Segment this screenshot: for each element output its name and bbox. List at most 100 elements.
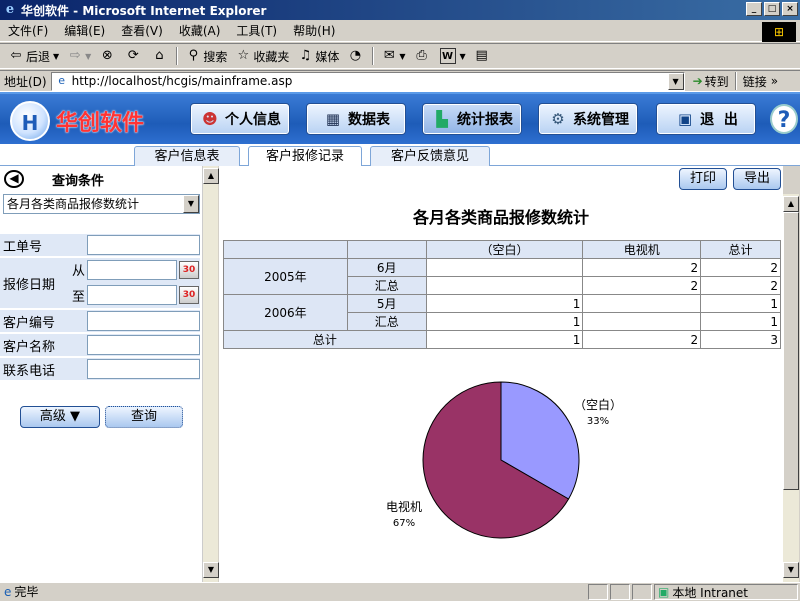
value-cell [582, 294, 702, 313]
subtotal-label: 汇总 [346, 276, 427, 295]
windows-logo-icon: ⊞ [762, 22, 796, 42]
tab-customer-feedback[interactable]: 客户反馈意见 [370, 146, 490, 166]
tab-strip: 客户信息表 客户报修记录 客户反馈意见 [0, 144, 800, 167]
history-icon: ◔ [349, 48, 362, 63]
month-cell: 6月 [346, 258, 427, 277]
system-management-button[interactable]: ⚙ 系统管理 [538, 103, 638, 135]
subtotal-label: 汇总 [346, 312, 427, 331]
search-button[interactable]: ⚲ 搜索 [181, 45, 231, 67]
calendar-icon[interactable]: 30 [179, 286, 199, 304]
window-title: 华创软件 - Microsoft Internet Explorer [21, 3, 267, 18]
pivot-table: （空白） 电视机 总计 2005年 6月 2 2 汇总 2 2 2006年 5月… [223, 240, 781, 349]
scroll-down-icon[interactable]: ▼ [783, 562, 799, 578]
scroll-up-icon[interactable]: ▲ [783, 196, 799, 212]
left-scrollbar[interactable]: ▲ ▼ [202, 166, 219, 582]
history-button[interactable]: ◔ [343, 45, 369, 67]
menu-favorites[interactable]: 收藏(A) [171, 22, 229, 39]
query-panel: ◀ 查询条件 各月各类商品报修数统计 ▼ 工单号 报修日期 从 30 至 30 … [0, 166, 218, 582]
customer-name-input[interactable] [87, 335, 200, 355]
menu-help[interactable]: 帮助(H) [285, 22, 343, 39]
menu-tools[interactable]: 工具(T) [228, 22, 285, 39]
links-button[interactable]: 链接 [743, 73, 767, 90]
order-no-input[interactable] [87, 235, 200, 255]
value-cell: 2 [582, 276, 702, 295]
links-expand-icon[interactable]: » [771, 74, 778, 88]
collapse-panel-icon[interactable]: ◀ [4, 170, 24, 188]
title-bar: e 华创软件 - Microsoft Internet Explorer _ □… [0, 0, 800, 20]
table-row: 2005年 6月 2 2 [223, 258, 781, 295]
menu-file[interactable]: 文件(F) [0, 22, 56, 39]
stop-button[interactable]: ⊗ [95, 45, 121, 67]
pie-category-label: （空白） [574, 397, 622, 412]
logout-button[interactable]: ▣ 退 出 [656, 103, 756, 135]
export-button[interactable]: 导出 [733, 168, 781, 190]
address-dropdown-icon[interactable]: ▼ [667, 72, 684, 90]
phone-input[interactable] [87, 359, 200, 379]
gear-icon: ⚙ [551, 110, 565, 128]
favorites-icon: ☆ [237, 48, 250, 63]
date-to-input[interactable] [87, 285, 177, 305]
value-cell: 1 [425, 330, 584, 349]
value-cell: 1 [700, 294, 781, 313]
value-cell [425, 276, 584, 295]
select-dropdown-icon[interactable]: ▼ [183, 195, 199, 213]
print-toolbar-button[interactable]: ⎙ [410, 45, 436, 67]
menu-view[interactable]: 查看(V) [113, 22, 171, 39]
scroll-down-icon[interactable]: ▼ [203, 562, 219, 578]
value-cell: 3 [700, 330, 781, 349]
scroll-thumb[interactable] [783, 212, 799, 490]
help-icon[interactable]: ? [770, 104, 798, 134]
repair-date-label: 报修日期 [3, 277, 56, 293]
edit-word-button[interactable]: W ▼ [436, 45, 470, 67]
address-input[interactable]: e http://localhost/hcgis/mainframe.asp ▼ [50, 71, 685, 91]
zone-text: 本地 Intranet [672, 585, 748, 600]
table-row: 2006年 5月 1 1 [223, 294, 781, 331]
month-cell: 5月 [346, 294, 427, 313]
menu-edit[interactable]: 编辑(E) [56, 22, 113, 39]
advanced-button[interactable]: 高级 ▼ [20, 406, 100, 428]
date-from-input[interactable] [87, 260, 177, 280]
document-icon: ▤ [475, 48, 488, 63]
mail-button[interactable]: ✉ ▼ [377, 45, 409, 67]
year-cell: 2005年 [223, 258, 348, 295]
media-button[interactable]: ♫ 媒体 [293, 45, 343, 67]
table-icon: ▦ [325, 110, 341, 128]
customer-no-label: 客户编号 [3, 315, 56, 331]
query-header: ◀ 查询条件 [0, 166, 200, 192]
close-button[interactable]: × [782, 2, 798, 16]
data-table-button[interactable]: ▦ 数据表 [306, 103, 406, 135]
report-type-select[interactable]: 各月各类商品报修数统计 ▼ [3, 194, 200, 214]
refresh-button[interactable]: ⟳ [121, 45, 147, 67]
maximize-button[interactable]: □ [764, 2, 780, 16]
value-cell: 1 [425, 312, 584, 331]
forward-button[interactable]: ⇨ ▼ [63, 45, 95, 67]
brand-logo: H 华创软件 [10, 101, 144, 141]
value-cell: 1 [700, 312, 781, 331]
year-cell: 2006年 [223, 294, 348, 331]
tab-repair-records[interactable]: 客户报修记录 [248, 146, 362, 167]
status-bar: e 完毕 ▣ 本地 Intranet [0, 582, 800, 600]
personal-info-button[interactable]: ☻ 个人信息 [190, 103, 290, 135]
favorites-button[interactable]: ☆ 收藏夹 [231, 45, 293, 67]
status-text: 完毕 [14, 585, 39, 599]
back-button[interactable]: ⇦ 后退 ▼ [4, 45, 63, 67]
customer-no-input[interactable] [87, 311, 200, 331]
tab-customer-info[interactable]: 客户信息表 [134, 146, 240, 166]
mail-icon: ✉ [383, 48, 395, 63]
minimize-button[interactable]: _ [746, 2, 762, 16]
value-cell: 2 [582, 258, 702, 277]
word-icon: W [439, 48, 456, 64]
discuss-button[interactable]: ▤ [470, 45, 496, 67]
scroll-up-icon[interactable]: ▲ [203, 168, 219, 184]
right-scrollbar[interactable]: ▲ ▼ [783, 194, 799, 582]
print-button[interactable]: 打印 [679, 168, 727, 190]
order-no-label: 工单号 [3, 239, 43, 255]
search-query-button[interactable]: 查询 [105, 406, 183, 428]
home-button[interactable]: ⌂ [147, 45, 173, 67]
brand-name: 华创软件 [56, 111, 145, 136]
address-label: 地址(D) [4, 74, 47, 89]
value-cell: 1 [425, 294, 584, 313]
go-button[interactable]: ➔ 转到 [693, 73, 729, 90]
statistics-report-button[interactable]: ▙ 统计报表 [422, 103, 522, 135]
calendar-icon[interactable]: 30 [179, 261, 199, 279]
